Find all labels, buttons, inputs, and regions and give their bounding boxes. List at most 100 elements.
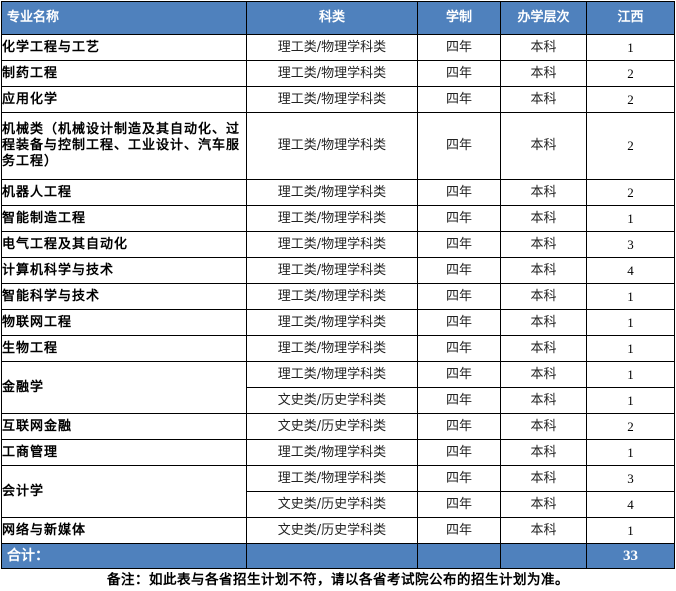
header-duration: 学制 <box>418 2 501 35</box>
level-cell: 本科 <box>501 310 587 336</box>
count-cell: 1 <box>587 284 675 310</box>
major-name-cell: 应用化学 <box>2 87 247 113</box>
level-cell: 本科 <box>501 206 587 232</box>
major-name-cell: 化学工程与工艺 <box>2 35 247 61</box>
level-cell: 本科 <box>501 113 587 180</box>
count-cell: 1 <box>587 336 675 362</box>
header-category: 科类 <box>247 2 418 35</box>
count-cell: 2 <box>587 61 675 87</box>
level-cell: 本科 <box>501 466 587 492</box>
count-cell: 1 <box>587 310 675 336</box>
category-cell: 理工类/物理学科类 <box>247 232 418 258</box>
count-cell: 3 <box>587 466 675 492</box>
duration-cell: 四年 <box>418 180 501 206</box>
category-cell: 理工类/物理学科类 <box>247 336 418 362</box>
major-name-cell: 电气工程及其自动化 <box>2 232 247 258</box>
table-row: 互联网金融文史类/历史学科类四年本科2 <box>2 414 675 440</box>
count-cell: 2 <box>587 414 675 440</box>
level-cell: 本科 <box>501 414 587 440</box>
count-cell: 2 <box>587 180 675 206</box>
category-cell: 理工类/物理学科类 <box>247 113 418 180</box>
duration-cell: 四年 <box>418 206 501 232</box>
major-name-cell: 计算机科学与技术 <box>2 258 247 284</box>
table-row: 制药工程理工类/物理学科类四年本科2 <box>2 61 675 87</box>
major-name-cell: 智能制造工程 <box>2 206 247 232</box>
major-name-cell: 生物工程 <box>2 336 247 362</box>
note-text: 备注：如此表与各省招生计划不符，请以各省考试院公布的招生计划为准。 <box>2 569 675 591</box>
category-cell: 理工类/物理学科类 <box>247 206 418 232</box>
category-cell: 理工类/物理学科类 <box>247 35 418 61</box>
level-cell: 本科 <box>501 362 587 388</box>
duration-cell: 四年 <box>418 61 501 87</box>
major-name-cell: 工商管理 <box>2 440 247 466</box>
table-row: 化学工程与工艺理工类/物理学科类四年本科1 <box>2 35 675 61</box>
category-cell: 理工类/物理学科类 <box>247 180 418 206</box>
table-row: 机械类（机械设计制造及其自动化、过程装备与控制工程、工业设计、汽车服务工程）理工… <box>2 113 675 180</box>
header-province: 江西 <box>587 2 675 35</box>
header-major-name: 专业名称 <box>2 2 247 35</box>
total-row: 合计： 33 <box>2 544 675 569</box>
table-row: 智能制造工程理工类/物理学科类四年本科1 <box>2 206 675 232</box>
category-cell: 文史类/历史学科类 <box>247 388 418 414</box>
major-name-cell: 制药工程 <box>2 61 247 87</box>
table-body: 化学工程与工艺理工类/物理学科类四年本科1制药工程理工类/物理学科类四年本科2应… <box>2 35 675 544</box>
major-name-cell: 会计学 <box>2 466 247 518</box>
table-row: 工商管理理工类/物理学科类四年本科1 <box>2 440 675 466</box>
table-row: 机器人工程理工类/物理学科类四年本科2 <box>2 180 675 206</box>
category-cell: 理工类/物理学科类 <box>247 466 418 492</box>
category-cell: 理工类/物理学科类 <box>247 362 418 388</box>
duration-cell: 四年 <box>418 466 501 492</box>
category-cell: 文史类/历史学科类 <box>247 492 418 518</box>
count-cell: 1 <box>587 440 675 466</box>
table-row: 会计学理工类/物理学科类四年本科3 <box>2 466 675 492</box>
category-cell: 文史类/历史学科类 <box>247 414 418 440</box>
total-blank-cell <box>247 544 418 569</box>
count-cell: 3 <box>587 232 675 258</box>
table-row: 智能科学与技术理工类/物理学科类四年本科1 <box>2 284 675 310</box>
category-cell: 理工类/物理学科类 <box>247 61 418 87</box>
count-cell: 4 <box>587 492 675 518</box>
duration-cell: 四年 <box>418 518 501 544</box>
count-cell: 1 <box>587 518 675 544</box>
total-label: 合计： <box>2 544 247 569</box>
table-row: 金融学理工类/物理学科类四年本科1 <box>2 362 675 388</box>
major-name-cell: 互联网金融 <box>2 414 247 440</box>
header-level: 办学层次 <box>501 2 587 35</box>
level-cell: 本科 <box>501 180 587 206</box>
count-cell: 2 <box>587 87 675 113</box>
major-name-cell: 金融学 <box>2 362 247 414</box>
category-cell: 文史类/历史学科类 <box>247 518 418 544</box>
major-name-cell: 机械类（机械设计制造及其自动化、过程装备与控制工程、工业设计、汽车服务工程） <box>2 113 247 180</box>
total-blank-cell <box>501 544 587 569</box>
major-name-cell: 智能科学与技术 <box>2 284 247 310</box>
level-cell: 本科 <box>501 336 587 362</box>
table-row: 生物工程理工类/物理学科类四年本科1 <box>2 336 675 362</box>
table-row: 网络与新媒体文史类/历史学科类四年本科1 <box>2 518 675 544</box>
enrollment-plan-table: 专业名称 科类 学制 办学层次 江西 化学工程与工艺理工类/物理学科类四年本科1… <box>1 1 675 591</box>
total-value: 33 <box>587 544 675 569</box>
major-name-cell: 物联网工程 <box>2 310 247 336</box>
level-cell: 本科 <box>501 440 587 466</box>
duration-cell: 四年 <box>418 284 501 310</box>
count-cell: 1 <box>587 362 675 388</box>
major-name-cell: 机器人工程 <box>2 180 247 206</box>
category-cell: 理工类/物理学科类 <box>247 258 418 284</box>
table-row: 应用化学理工类/物理学科类四年本科2 <box>2 87 675 113</box>
level-cell: 本科 <box>501 61 587 87</box>
level-cell: 本科 <box>501 35 587 61</box>
duration-cell: 四年 <box>418 35 501 61</box>
duration-cell: 四年 <box>418 336 501 362</box>
duration-cell: 四年 <box>418 310 501 336</box>
level-cell: 本科 <box>501 87 587 113</box>
level-cell: 本科 <box>501 492 587 518</box>
category-cell: 理工类/物理学科类 <box>247 284 418 310</box>
duration-cell: 四年 <box>418 414 501 440</box>
duration-cell: 四年 <box>418 87 501 113</box>
total-blank-cell <box>418 544 501 569</box>
major-name-cell: 网络与新媒体 <box>2 518 247 544</box>
level-cell: 本科 <box>501 258 587 284</box>
table-header-row: 专业名称 科类 学制 办学层次 江西 <box>2 2 675 35</box>
count-cell: 4 <box>587 258 675 284</box>
duration-cell: 四年 <box>418 440 501 466</box>
category-cell: 理工类/物理学科类 <box>247 87 418 113</box>
